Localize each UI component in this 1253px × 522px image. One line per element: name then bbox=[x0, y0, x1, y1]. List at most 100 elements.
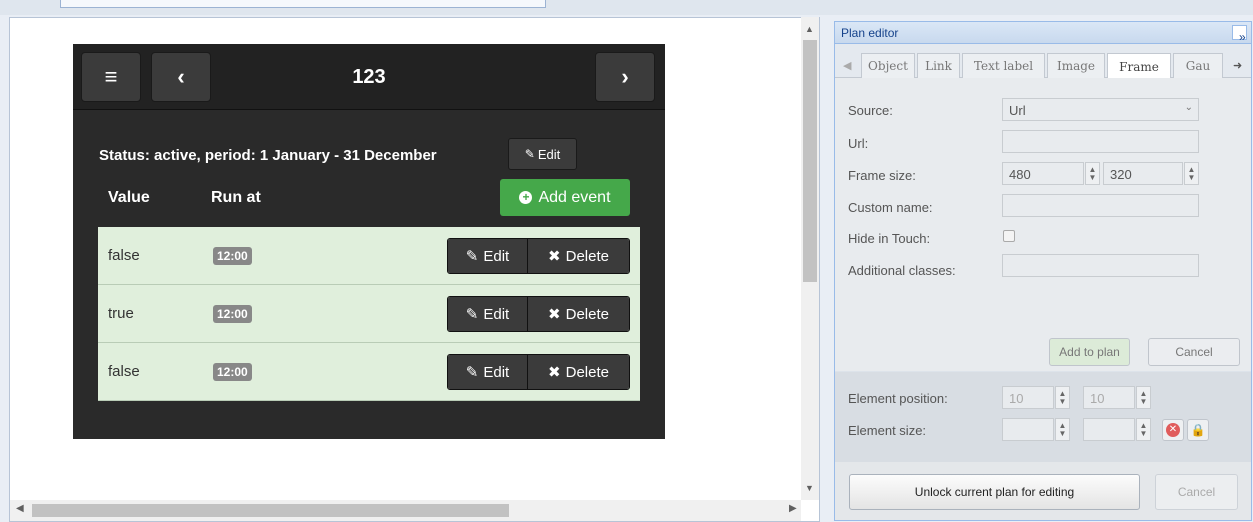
row-actions: ✎ Edit ✖ Delete bbox=[447, 296, 630, 332]
add-event-label: Add event bbox=[538, 188, 611, 206]
chevron-down-icon: ⌄ bbox=[1184, 102, 1193, 113]
position-y-stepper[interactable]: ▲ ▼ bbox=[1136, 386, 1151, 409]
element-position-label: Element position: bbox=[848, 391, 948, 406]
source-label: Source: bbox=[848, 103, 893, 118]
row-edit-button[interactable]: ✎ Edit bbox=[448, 355, 528, 389]
edit-icon: ✎ bbox=[465, 306, 479, 323]
position-x-input[interactable]: 10 bbox=[1002, 386, 1054, 409]
frame-width-stepper[interactable]: ▲ ▼ bbox=[1085, 162, 1100, 185]
hide-touch-checkbox[interactable] bbox=[1003, 230, 1015, 242]
plus-circle-icon: + bbox=[519, 191, 533, 204]
size-height-input[interactable] bbox=[1083, 418, 1135, 441]
horizontal-scrollbar[interactable]: ◀ ▶ bbox=[10, 500, 801, 521]
element-size-label: Element size: bbox=[848, 423, 927, 438]
row-delete-button[interactable]: ✖ Delete bbox=[528, 355, 629, 389]
status-edit-button[interactable]: ✎ Edit bbox=[508, 138, 577, 170]
close-icon: ✖ bbox=[548, 364, 561, 381]
row-edit-button[interactable]: ✎ Edit bbox=[448, 239, 528, 273]
time-badge: 12:00 bbox=[213, 363, 252, 381]
plan-editor-panel: Plan editor » ◀ Object Link Text label I… bbox=[834, 21, 1252, 521]
row-delete-label: Delete bbox=[565, 247, 609, 265]
scheduler-widget: ≡ ‹ 123 › Status: active, period: 1 Janu… bbox=[73, 44, 665, 439]
menu-icon: ≡ bbox=[104, 64, 118, 89]
frame-height-input[interactable]: 320 bbox=[1103, 162, 1183, 185]
reset-size-icon[interactable]: ✕ bbox=[1162, 419, 1184, 441]
panel-title: Plan editor bbox=[841, 26, 899, 40]
tab-link[interactable]: Link bbox=[917, 53, 960, 78]
custom-name-label: Custom name: bbox=[848, 200, 933, 215]
row-value: false bbox=[108, 363, 140, 380]
source-value: Url bbox=[1009, 103, 1026, 118]
bottom-actions: Unlock current plan for editing Cancel bbox=[835, 462, 1251, 520]
tab-scroll-left-icon[interactable]: ◀ bbox=[843, 59, 851, 72]
vertical-scrollbar[interactable]: ▲ ▼ bbox=[801, 17, 819, 500]
status-text: Status: active, period: 1 January - 31 D… bbox=[99, 147, 437, 164]
frame-form: Source: Url ⌄ Url: Frame size: 480 ▲ ▼ 32… bbox=[835, 78, 1251, 371]
chevron-right-icon: › bbox=[621, 64, 629, 89]
tab-text-label[interactable]: Text label bbox=[962, 53, 1045, 78]
next-button[interactable]: › bbox=[595, 52, 655, 102]
frame-height-stepper[interactable]: ▲ ▼ bbox=[1184, 162, 1199, 185]
size-width-input[interactable] bbox=[1002, 418, 1054, 441]
tab-image[interactable]: Image bbox=[1047, 53, 1105, 78]
close-icon: ✖ bbox=[548, 248, 561, 265]
row-value: true bbox=[108, 305, 134, 322]
source-select[interactable]: Url ⌄ bbox=[1002, 98, 1199, 121]
chevron-left-icon: ‹ bbox=[177, 64, 185, 89]
unlock-plan-button[interactable]: Unlock current plan for editing bbox=[849, 474, 1140, 510]
custom-name-input[interactable] bbox=[1002, 194, 1199, 217]
url-label: Url: bbox=[848, 136, 869, 151]
events-table: false 12:00 ✎ Edit ✖ Delete true 12:00 ✎ Ed… bbox=[98, 227, 640, 401]
position-x-stepper[interactable]: ▲ ▼ bbox=[1055, 386, 1070, 409]
form-cancel-button[interactable]: Cancel bbox=[1148, 338, 1240, 366]
top-strip bbox=[0, 0, 1253, 15]
bottom-cancel-button[interactable]: Cancel bbox=[1155, 474, 1238, 510]
collapse-panel-button[interactable]: » bbox=[1232, 25, 1247, 44]
tab-gauge[interactable]: Gau bbox=[1173, 53, 1223, 78]
prev-button[interactable]: ‹ bbox=[151, 52, 211, 102]
editor-tabs: ◀ Object Link Text label Image Frame Gau… bbox=[835, 44, 1251, 79]
scroll-up-icon[interactable]: ▲ bbox=[805, 24, 814, 34]
row-delete-label: Delete bbox=[565, 305, 609, 323]
row-edit-label: Edit bbox=[483, 247, 510, 265]
table-row: true 12:00 ✎ Edit ✖ Delete bbox=[98, 285, 640, 343]
row-delete-button[interactable]: ✖ Delete bbox=[528, 239, 629, 273]
size-height-stepper[interactable]: ▲ ▼ bbox=[1136, 418, 1151, 441]
top-tab-area bbox=[60, 0, 546, 8]
frame-size-label: Frame size: bbox=[848, 168, 916, 183]
row-edit-label: Edit bbox=[483, 305, 510, 323]
add-to-plan-button[interactable]: Add to plan bbox=[1049, 338, 1130, 366]
edit-icon: ✎ bbox=[465, 364, 479, 381]
edit-icon: ✎ bbox=[465, 248, 479, 265]
row-edit-button[interactable]: ✎ Edit bbox=[448, 297, 528, 331]
row-edit-label: Edit bbox=[483, 363, 510, 381]
close-icon: ✖ bbox=[548, 306, 561, 323]
hide-touch-label: Hide in Touch: bbox=[848, 231, 931, 246]
lock-icon[interactable]: 🔒 bbox=[1187, 419, 1209, 441]
position-section: Element position: 10 ▲ ▼ 10 ▲ ▼ Element si… bbox=[835, 372, 1251, 462]
panel-title-bar: Plan editor » bbox=[835, 22, 1251, 44]
tab-object[interactable]: Object bbox=[861, 53, 915, 78]
horizontal-scroll-thumb[interactable] bbox=[32, 504, 509, 517]
widget-title: 123 bbox=[352, 66, 386, 88]
double-chevron-right-icon: » bbox=[1239, 30, 1246, 44]
tab-frame[interactable]: Frame bbox=[1107, 53, 1171, 79]
scroll-down-icon[interactable]: ▼ bbox=[805, 483, 814, 493]
scroll-right-icon[interactable]: ▶ bbox=[789, 503, 797, 514]
position-y-input[interactable]: 10 bbox=[1083, 386, 1135, 409]
size-width-stepper[interactable]: ▲ ▼ bbox=[1055, 418, 1070, 441]
row-actions: ✎ Edit ✖ Delete bbox=[447, 354, 630, 390]
add-event-button[interactable]: + Add event bbox=[500, 179, 630, 216]
additional-classes-input[interactable] bbox=[1002, 254, 1199, 277]
widget-header: ≡ ‹ 123 › bbox=[73, 44, 665, 110]
tab-scroll-right-icon[interactable]: ➜ bbox=[1233, 59, 1242, 72]
row-delete-button[interactable]: ✖ Delete bbox=[528, 297, 629, 331]
vertical-scroll-thumb[interactable] bbox=[803, 40, 817, 282]
scroll-left-icon[interactable]: ◀ bbox=[16, 503, 24, 514]
table-row: false 12:00 ✎ Edit ✖ Delete bbox=[98, 343, 640, 401]
status-edit-label: Edit bbox=[537, 146, 561, 162]
frame-width-input[interactable]: 480 bbox=[1002, 162, 1084, 185]
time-badge: 12:00 bbox=[213, 247, 252, 265]
menu-button[interactable]: ≡ bbox=[81, 52, 141, 102]
url-input[interactable] bbox=[1002, 130, 1199, 153]
